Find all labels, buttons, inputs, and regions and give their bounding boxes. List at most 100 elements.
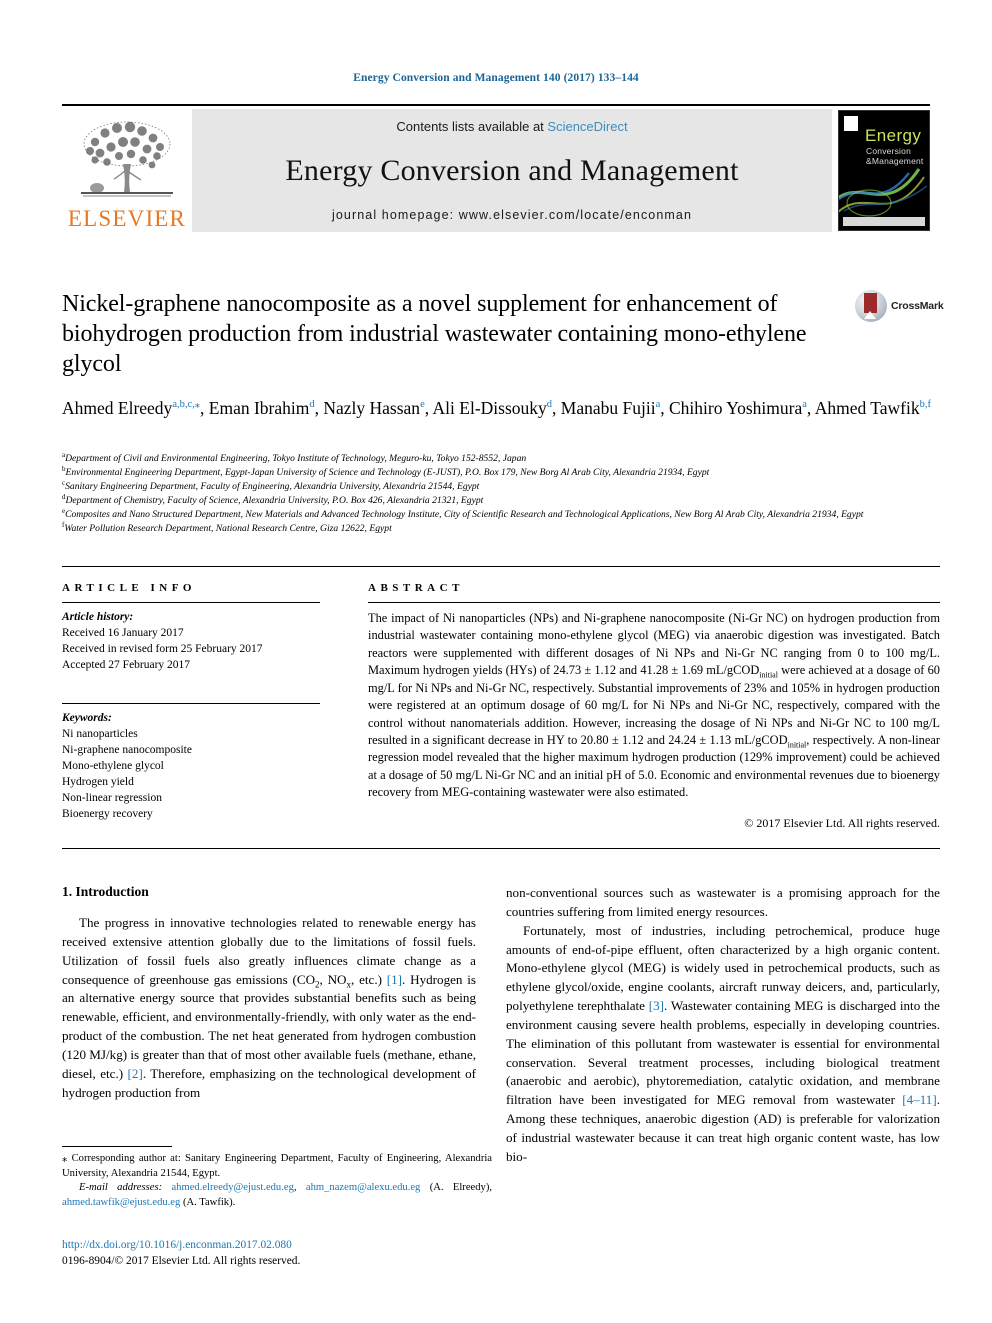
journal-title: Energy Conversion and Management: [285, 154, 739, 187]
author-name: Ahmed Elreedy: [62, 398, 173, 418]
contents-available-line: Contents lists available at ScienceDirec…: [396, 119, 627, 134]
affiliation-text: Composites and Nano Structured Departmen…: [65, 508, 864, 520]
affiliation-item: eComposites and Nano Structured Departme…: [62, 507, 940, 522]
affiliation-item: bEnvironmental Engineering Department, E…: [62, 465, 940, 480]
affiliation-list: aDepartment of Civil and Environmental E…: [62, 451, 940, 536]
keyword-item: Hydrogen yield: [62, 775, 134, 788]
email-link-3[interactable]: ahmed.tawfik@ejust.edu.eg: [62, 1197, 180, 1208]
sciencedirect-link[interactable]: ScienceDirect: [547, 119, 627, 134]
abstract-rule: [368, 602, 940, 603]
footnote-block: ⁎ Corresponding author at: Sanitary Engi…: [62, 1146, 492, 1210]
affiliation-item: cSanitary Engineering Department, Facult…: [62, 479, 940, 494]
page-title: Nickel-graphene nanocomposite as a novel…: [62, 291, 807, 377]
abstract-heading: ABSTRACT: [368, 582, 464, 594]
email-addresses-label: E-mail addresses:: [79, 1182, 163, 1194]
info-panel-bottom-rule: [62, 848, 940, 849]
author-name: Eman Ibrahim: [208, 398, 310, 418]
author-name: Ali El-Dissouky: [432, 398, 547, 418]
elsevier-logo: ELSEVIER: [62, 109, 192, 232]
author-name: Ahmed Tawfik: [814, 398, 920, 418]
keywords-rule: [62, 703, 320, 705]
affiliation-item: dDepartment of Chemistry, Faculty of Sci…: [62, 493, 940, 508]
section-title-introduction: 1. Introduction: [62, 884, 149, 899]
author-name: Manabu Fujii: [560, 398, 656, 418]
elsevier-wordmark: ELSEVIER: [67, 206, 187, 231]
issn-copyright-line: 0196-8904/© 2017 Elsevier Ltd. All right…: [62, 1254, 301, 1267]
intro-paragraph-right-2: Fortunately, most of industries, includi…: [506, 922, 940, 1167]
author-affiliation-mark: b,f: [919, 399, 931, 411]
elsevier-tree-icon: [81, 121, 173, 197]
cover-footer-bar: [843, 217, 925, 226]
journal-masthead: ELSEVIER Contents lists available at Sci…: [62, 104, 930, 232]
citation-ref-3[interactable]: [3]: [649, 998, 664, 1013]
doi-link[interactable]: http://dx.doi.org/10.1016/j.enconman.201…: [62, 1238, 492, 1254]
crossmark-badge[interactable]: CrossMark: [855, 288, 944, 324]
author-affiliation-mark: a: [802, 399, 807, 411]
intro-text-d: . Hydrogen is an alternative energy sour…: [62, 971, 476, 1081]
intro-text-c: , etc.): [351, 971, 387, 987]
crossmark-label: CrossMark: [891, 300, 944, 312]
affiliation-text: Environmental Engineering Department, Eg…: [65, 466, 710, 478]
article-info-column: ARTICLE INFO Article history: Received 1…: [62, 582, 320, 822]
email-owner-2: (A. Tawfik).: [180, 1196, 236, 1208]
author-affiliation-mark: e: [420, 399, 425, 411]
email-owner-1: (A. Elreedy),: [420, 1182, 492, 1194]
affiliation-text: Department of Civil and Environmental En…: [65, 453, 527, 464]
title-block: Nickel-graphene nanocomposite as a novel…: [62, 290, 852, 379]
citation-ref-4-11[interactable]: [4–11]: [902, 1092, 936, 1107]
corresponding-author-text: Corresponding author at: Sanitary Engine…: [62, 1153, 492, 1179]
abstract-column: ABSTRACT The impact of Ni nanoparticles …: [368, 582, 940, 831]
cover-subtitle-1: Conversion: [866, 146, 911, 156]
author-affiliation-mark: a,b,c,⁎: [172, 399, 201, 411]
journal-cover-thumbnail: Energy Conversion &Management: [838, 109, 930, 232]
author-affiliation-mark: d: [309, 399, 315, 411]
citation-ref-2[interactable]: [2]: [128, 1066, 143, 1081]
keyword-item: Ni-graphene nanocomposite: [62, 744, 192, 757]
journal-homepage-link[interactable]: journal homepage: www.elsevier.com/locat…: [332, 208, 692, 222]
history-line: Received in revised form 25 February 201…: [62, 642, 263, 655]
abstract-sub-1: initial: [759, 670, 778, 680]
citation-ref-1[interactable]: [1]: [387, 972, 402, 987]
article-info-heading: ARTICLE INFO: [62, 582, 196, 594]
paper-page: Energy Conversion and Management 140 (20…: [0, 0, 992, 1323]
affiliation-text: Water Pollution Research Department, Nat…: [64, 522, 392, 534]
keywords-label: Keywords:: [62, 712, 112, 725]
affiliation-text: Sanitary Engineering Department, Faculty…: [65, 480, 480, 492]
corresponding-author-note: ⁎ Corresponding author at: Sanitary Engi…: [62, 1152, 492, 1181]
body-left-column: 1. Introduction The progress in innovati…: [62, 884, 476, 1102]
footnote-rule: [62, 1146, 172, 1147]
cover-subtitle-2: &Management: [866, 156, 924, 166]
info-panel-top-rule: [62, 566, 940, 567]
intro-paragraph-right-1: non-conventional sources such as wastewa…: [506, 885, 940, 919]
contents-prefix: Contents lists available at: [396, 119, 548, 134]
email-link-1[interactable]: ahmed.elreedy@ejust.edu.eg: [171, 1182, 293, 1193]
article-info-rule: [62, 602, 320, 603]
abstract-text: The impact of Ni nanoparticles (NPs) and…: [368, 610, 940, 802]
keyword-item: Non-linear regression: [62, 791, 162, 804]
intro-right-text-b: . Wastewater containing MEG is discharge…: [506, 998, 940, 1108]
email-link-2[interactable]: ahm_nazem@alexu.edu.eg: [306, 1182, 420, 1193]
masthead-center: Contents lists available at ScienceDirec…: [192, 109, 832, 232]
abstract-copyright: © 2017 Elsevier Ltd. All rights reserved…: [744, 815, 940, 830]
article-history-label: Article history:: [62, 611, 134, 623]
keyword-item: Ni nanoparticles: [62, 728, 138, 741]
affiliation-text: Department of Chemistry, Faculty of Scie…: [65, 494, 484, 506]
email-note: E-mail addresses: ahmed.elreedy@ejust.ed…: [62, 1182, 492, 1208]
history-line: Accepted 27 February 2017: [62, 658, 191, 671]
body-right-column: non-conventional sources such as wastewa…: [506, 884, 940, 1167]
running-head: Energy Conversion and Management 140 (20…: [353, 72, 639, 84]
history-line: Received 16 January 2017: [62, 626, 184, 639]
cover-title: Energy: [865, 126, 922, 145]
author-list: Ahmed Elreedya,b,c,⁎, Eman Ibrahimd, Naz…: [62, 398, 931, 418]
author-affiliation-mark: a: [655, 399, 661, 411]
cover-elsevier-mark: [844, 116, 858, 131]
intro-text-b: , NO: [319, 971, 347, 987]
affiliation-item: aDepartment of Civil and Environmental E…: [62, 451, 940, 466]
intro-paragraph-left: The progress in innovative technologies …: [62, 914, 476, 1102]
keyword-item: Bioenergy recovery: [62, 807, 153, 820]
affiliation-item: fWater Pollution Research Department, Na…: [62, 521, 940, 536]
abstract-sub-2: initial: [787, 740, 807, 750]
keywords-block: Keywords: Ni nanoparticles Ni-graphene n…: [62, 703, 320, 822]
author-name: Chihiro Yoshimura: [669, 398, 803, 418]
crossmark-icon: [855, 290, 887, 322]
